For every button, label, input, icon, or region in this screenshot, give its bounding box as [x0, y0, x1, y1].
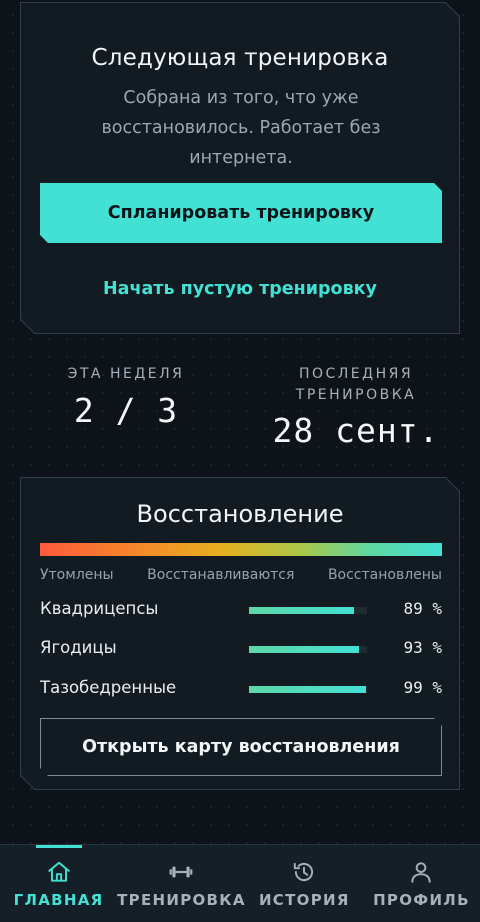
dumbbell-icon [170, 866, 193, 878]
scale-label-recovering: Восстанавливаются [147, 567, 295, 583]
muscle-percent: 99 % [403, 678, 442, 697]
home-icon [47, 861, 70, 882]
scale-label-tired: Утомлены [40, 567, 114, 583]
next-workout-subtitle: Собрана из того, что уже восстановилось.… [101, 88, 381, 168]
muscle-row-hip: Тазобедренные 99 % [40, 678, 442, 702]
tab-workout-label: ТРЕНИРОВКА [117, 891, 246, 909]
muscle-progress-fill [249, 686, 366, 693]
muscle-row-glutes: Ягодицы 93 % [40, 638, 442, 662]
open-recovery-map-button[interactable]: Открыть карту восстановления [40, 718, 442, 776]
tab-workout[interactable]: ТРЕНИРОВКА [117, 845, 246, 922]
profile-icon [411, 862, 432, 883]
tab-history-label: ИСТОРИЯ [258, 891, 350, 909]
muscle-progress-bar [249, 686, 367, 693]
recovery-card: Восстановление Утомлены Восстанавливаютс… [20, 477, 460, 790]
muscle-progress-bar [249, 607, 367, 614]
muscle-row-quadriceps: Квадрицепсы 89 % [40, 599, 442, 623]
active-tab-indicator [35, 845, 82, 848]
tab-home[interactable]: ГЛАВНАЯ [0, 845, 117, 922]
tab-history[interactable]: ИСТОРИЯ [246, 845, 363, 922]
stat-last-label: ПОСЛЕДНЯЯ ТРЕНИРОВКА [295, 366, 417, 403]
muscle-name: Тазобедренные [40, 678, 177, 697]
stat-week-value: 2 / 3 [73, 391, 179, 430]
muscle-percent: 89 % [403, 599, 442, 618]
muscle-progress-bar [249, 646, 367, 653]
stat-last-value: 28 сент. [272, 411, 440, 450]
recovery-title: Восстановление [136, 500, 344, 528]
bottom-tab-bar: ГЛАВНАЯ ТРЕНИРОВКА ИСТОРИЯ ПРОФИЛЬ [0, 844, 480, 922]
history-icon [294, 862, 314, 882]
next-workout-title: Следующая тренировка [91, 45, 389, 71]
muscle-name: Квадрицепсы [40, 599, 159, 618]
plan-workout-button[interactable]: Спланировать тренировку [40, 183, 442, 243]
muscle-progress-fill [249, 646, 359, 653]
scale-label-recovered: Восстановлены [327, 567, 442, 583]
muscle-percent: 93 % [403, 638, 442, 657]
tab-home-label: ГЛАВНАЯ [13, 891, 104, 909]
muscle-name: Ягодицы [40, 638, 117, 657]
stat-last-workout: ПОСЛЕДНЯЯ ТРЕНИРОВКА 28 сент. [258, 364, 454, 450]
recovery-gradient-scale [40, 543, 442, 556]
stat-week-label: ЭТА НЕДЕЛЯ [67, 366, 185, 382]
tab-profile-label: ПРОФИЛЬ [373, 891, 470, 909]
recovery-scale-labels: Утомлены Восстанавливаются Восстановлены [40, 567, 442, 583]
muscle-progress-fill [249, 607, 354, 614]
stat-this-week: ЭТА НЕДЕЛЯ 2 / 3 [40, 364, 212, 430]
tab-profile[interactable]: ПРОФИЛЬ [363, 845, 480, 922]
start-empty-workout-button[interactable]: Начать пустую тренировку [21, 273, 459, 305]
next-workout-card: Следующая тренировка Собрана из того, чт… [20, 2, 460, 334]
